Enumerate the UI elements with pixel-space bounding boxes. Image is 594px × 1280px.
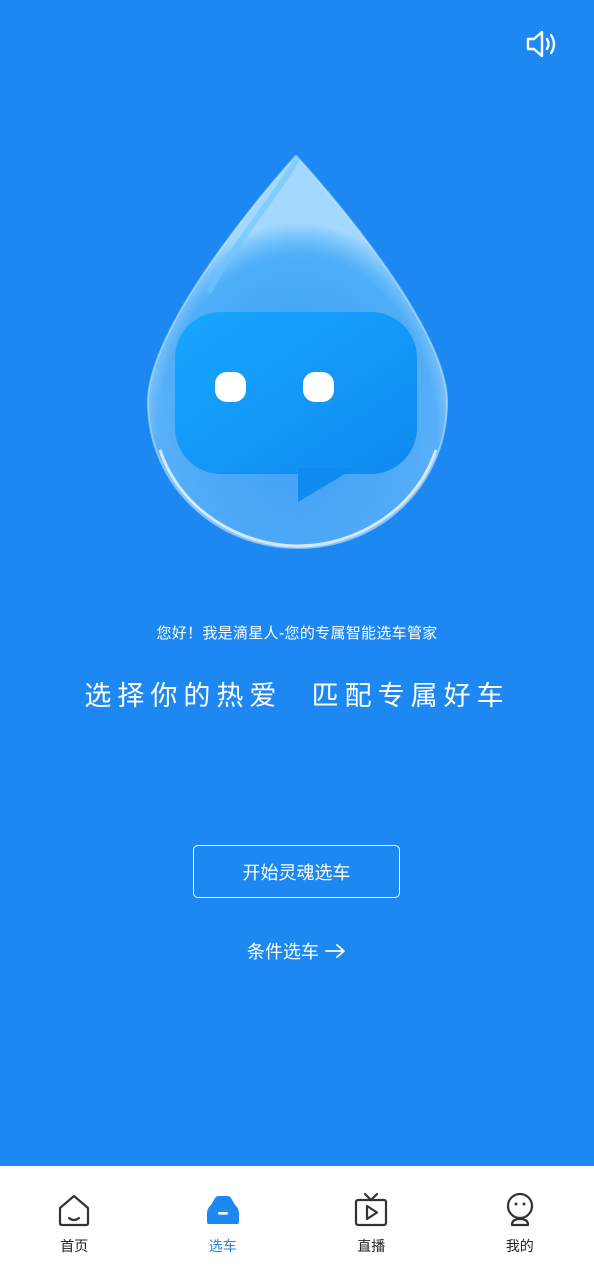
tv-play-icon — [351, 1190, 391, 1230]
sound-toggle-button[interactable] — [522, 26, 562, 62]
tab-mine-label: 我的 — [505, 1239, 534, 1255]
speaker-icon — [526, 30, 556, 58]
tab-car-select[interactable]: 选车 — [149, 1166, 298, 1280]
tab-mine[interactable]: 我的 — [446, 1166, 594, 1280]
tab-live[interactable]: 直播 — [297, 1166, 446, 1280]
tab-live-label: 直播 — [357, 1239, 386, 1255]
greeting-text: 您好！我是滴星人-您的专属智能选车管家 — [156, 624, 438, 642]
tab-car-select-label: 选车 — [208, 1239, 237, 1255]
tab-home[interactable]: 首页 — [0, 1166, 149, 1280]
condition-selection-link[interactable]: 条件选车 — [0, 938, 594, 964]
profile-icon — [500, 1190, 540, 1230]
start-soul-selection-button[interactable]: 开始灵魂选车 — [193, 845, 400, 898]
car-icon — [203, 1190, 243, 1230]
bottom-tab-bar: 首页 选车 直播 我的 — [0, 1166, 594, 1280]
slogan-text: 选择你的热爱 匹配专属好车 — [84, 681, 510, 712]
start-button-label: 开始灵魂选车 — [242, 862, 351, 884]
mascot-illustration — [140, 150, 456, 550]
tab-home-label: 首页 — [60, 1239, 89, 1255]
condition-link-label: 条件选车 — [247, 942, 319, 963]
water-drop-chat-bubble-mascot — [146, 154, 449, 550]
car-selection-screen: 您好！我是滴星人-您的专属智能选车管家 选择你的热爱 匹配专属好车 开始灵魂选车… — [0, 0, 594, 1280]
home-icon — [54, 1190, 94, 1230]
arrow-right-icon — [325, 943, 347, 959]
